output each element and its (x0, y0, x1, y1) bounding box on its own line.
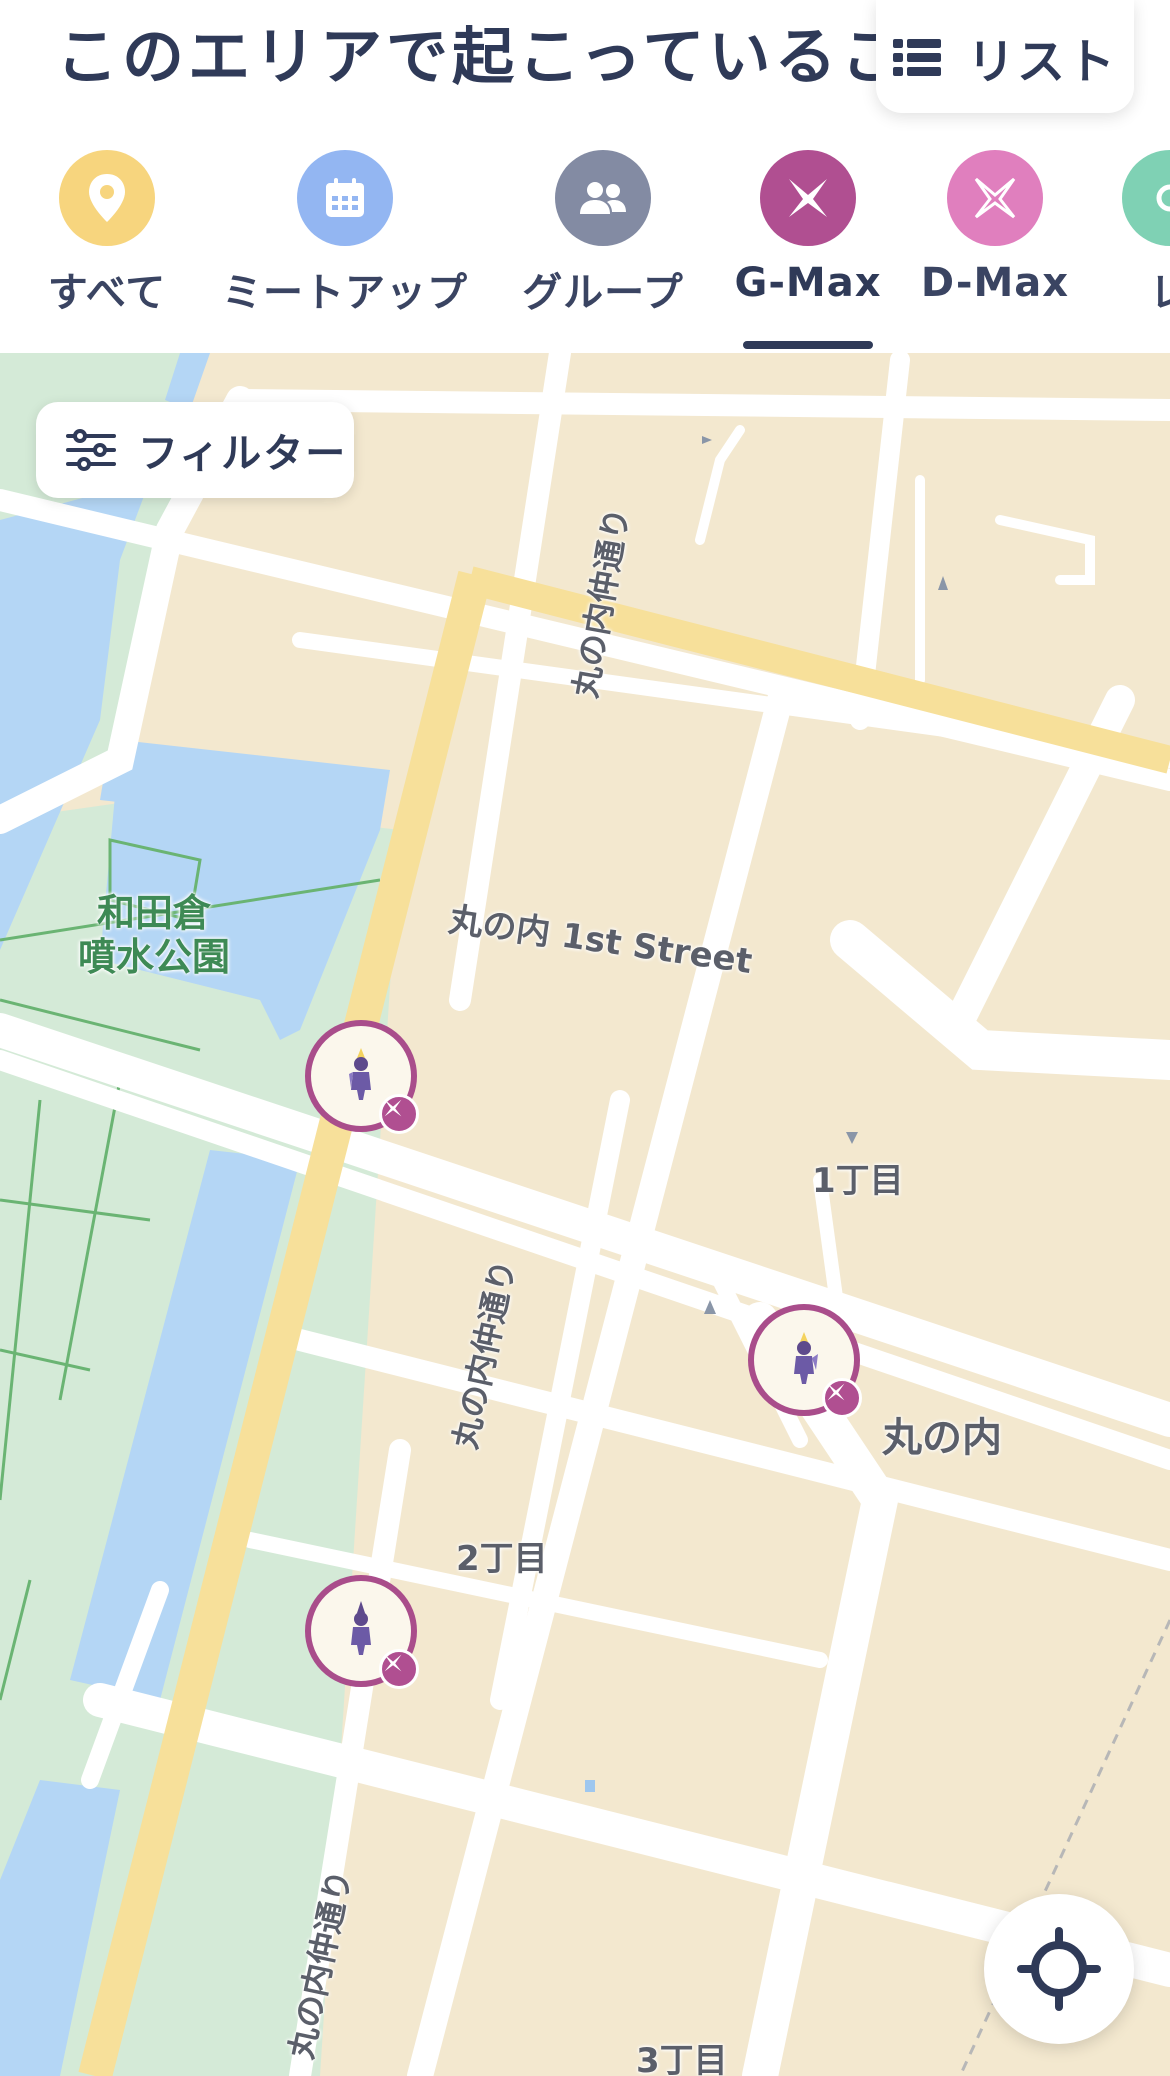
tab-label: G-Max (734, 260, 882, 306)
tab-group[interactable]: グループ (520, 150, 686, 318)
gmax-icon (760, 150, 856, 246)
tab-label: すべて (47, 270, 167, 316)
list-icon (892, 38, 941, 76)
gmax-battle-marker[interactable] (748, 1304, 862, 1418)
active-tab-indicator (743, 341, 873, 349)
gmax-badge-icon (379, 1094, 419, 1134)
filter-button-label: フィルター (138, 431, 348, 477)
tab-label: グループ (522, 270, 684, 316)
list-button-label: リスト (966, 33, 1117, 90)
dmax-icon (947, 150, 1043, 246)
category-tabs: すべて ミートアップ グループ G-Max D-Max (0, 150, 1170, 353)
tab-raid[interactable]: レ (1122, 150, 1170, 318)
tab-label: D-Max (920, 260, 1070, 306)
crosshair-icon (1017, 1927, 1101, 2011)
tab-all[interactable]: すべて (46, 150, 168, 318)
sliders-icon (66, 429, 116, 471)
calendar-icon (297, 150, 393, 246)
pokemon-sprite-icon (794, 1332, 818, 1384)
tab-dmax[interactable]: D-Max (921, 150, 1068, 306)
map-label-chome2: 2丁目 (456, 1539, 548, 1579)
map-label-chome3: 3丁目 (636, 2041, 728, 2076)
map-label-chome1: 1丁目 (812, 1161, 904, 1201)
tab-gmax[interactable]: G-Max (734, 150, 881, 306)
map-label-marunouchi: 丸の内 (882, 1415, 1002, 1461)
tab-label: ミートアップ (222, 270, 468, 316)
current-location-button[interactable] (984, 1894, 1134, 2044)
tab-label: レ (1150, 260, 1170, 318)
gmax-badge-icon (379, 1649, 419, 1689)
page-title: このエリアで起こっていること (56, 20, 916, 93)
list-button[interactable]: リスト (876, 0, 1134, 113)
gmax-badge-icon (822, 1378, 862, 1418)
filter-button[interactable]: フィルター (36, 402, 354, 498)
tab-meetup[interactable]: ミートアップ (222, 150, 467, 318)
location-pin-icon (59, 150, 155, 246)
map[interactable]: 和田倉 噴水公園 丸の内 1st Street 丸の内仲通り 丸の内仲通り 丸の内… (0, 353, 1170, 2076)
pokemon-sprite-icon (351, 1601, 371, 1655)
gmax-battle-marker[interactable] (305, 1575, 419, 1689)
gmax-battle-marker[interactable] (305, 1020, 419, 1134)
group-icon (555, 150, 651, 246)
pokemon-sprite-icon (349, 1048, 371, 1100)
raid-icon (1122, 150, 1170, 246)
map-label-park: 和田倉 噴水公園 (78, 891, 231, 979)
